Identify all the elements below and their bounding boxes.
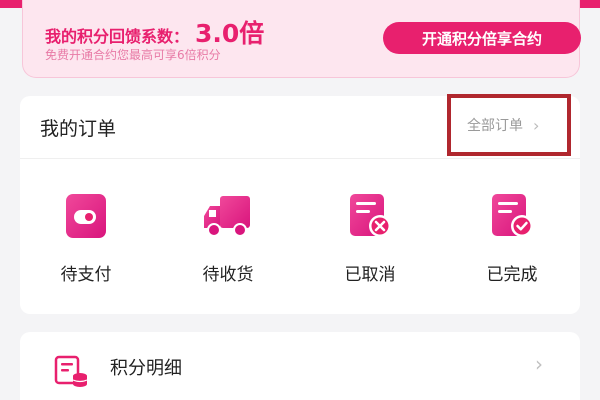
order-status-label: 待支付 [60,265,112,285]
points-subtitle: 免费开通合约您最高可享6倍积分 [45,48,221,62]
doc-cancel-icon [350,194,391,237]
order-status-label: 已取消 [344,265,396,285]
order-status-completed[interactable]: 已完成 [452,188,572,288]
chevron-right-icon: › [533,115,540,135]
all-orders-label: 全部订单 [467,118,523,134]
points-card: 我的积分回馈系数： 3.0倍 免费开通合约您最高可享6倍积分 开通积分倍享合约 [22,0,581,78]
ledger-coins-icon [54,355,88,387]
chevron-right-icon: › [535,352,543,376]
points-detail-label: 积分明细 [110,358,182,379]
order-status-cancelled[interactable]: 已取消 [310,188,430,288]
truck-icon [204,196,250,237]
points-multiplier-title: 我的积分回馈系数： 3.0倍 [45,14,264,50]
order-status-pending-receipt[interactable]: 待收货 [168,188,288,288]
order-status-label: 已完成 [486,265,538,285]
orders-card: 我的订单 全部订单 › 待支付 待收货 已取消 已完成 [20,94,580,314]
all-orders-link[interactable]: 全部订单 › [447,94,571,156]
open-contract-button[interactable]: 开通积分倍享合约 [383,22,581,54]
divider [20,158,580,159]
doc-check-icon [492,194,533,237]
points-detail-row[interactable]: 积分明细 › [20,332,580,400]
points-title-prefix: 我的积分回馈系数： [45,27,190,46]
orders-title: 我的订单 [40,118,117,140]
order-status-pending-payment[interactable]: 待支付 [26,188,146,288]
order-status-label: 待收货 [202,265,254,285]
points-multiplier-value: 3.0倍 [195,19,265,48]
wallet-icon [66,194,106,238]
